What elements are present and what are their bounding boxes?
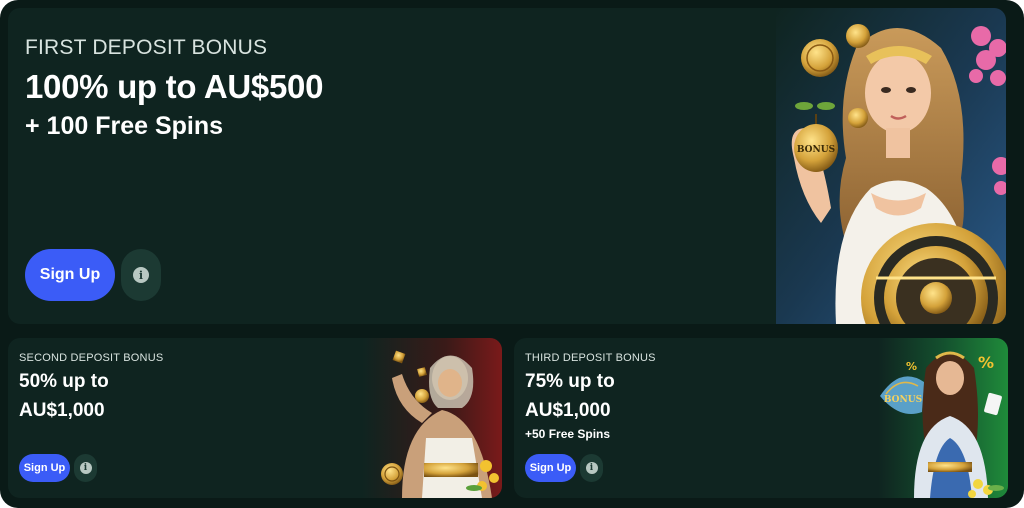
info-icon: i (585, 462, 598, 474)
coin-icon (848, 108, 868, 128)
svg-text:BONUS: BONUS (797, 145, 835, 155)
third-deposit-signup-button[interactable]: Sign Up (525, 454, 576, 482)
svg-text:BONUS: BONUS (884, 395, 922, 405)
goddess-with-fan-illustration: BONUS % % (878, 338, 1008, 498)
info-icon: i (79, 462, 92, 474)
coin-icon (381, 463, 403, 485)
second-deposit-signup-button[interactable]: Sign Up (19, 454, 70, 482)
third-deposit-headline: 75% up to (525, 371, 615, 392)
coin-icon (846, 24, 870, 48)
second-deposit-amount: AU$1,000 (19, 400, 105, 421)
bonus-panel: FIRST DEPOSIT BONUS 100% up to AU$500 + … (0, 0, 1024, 508)
percent-icon: % (978, 353, 994, 372)
second-deposit-eyebrow: SECOND DEPOSIT BONUS (19, 352, 164, 364)
third-deposit-free-spins: +50 Free Spins (525, 427, 611, 441)
second-deposit-headline: 50% up to (19, 371, 109, 392)
third-deposit-amount: AU$1,000 (525, 400, 611, 421)
first-deposit-signup-button[interactable]: Sign Up (25, 249, 115, 301)
third-deposit-eyebrow: THIRD DEPOSIT BONUS (525, 352, 656, 364)
second-deposit-info-button[interactable]: i (74, 454, 97, 482)
goddess-illustration: BONUS (776, 8, 1006, 324)
info-icon: i (133, 267, 149, 283)
percent-icon: % (906, 360, 917, 373)
first-deposit-info-button[interactable]: i (121, 249, 161, 301)
first-deposit-headline: 100% up to AU$500 (25, 68, 324, 105)
third-deposit-card: THIRD DEPOSIT BONUS 75% up to AU$1,000 +… (514, 338, 1008, 498)
third-deposit-info-button[interactable]: i (580, 454, 603, 482)
zeus-illustration (362, 338, 502, 498)
second-deposit-card: SECOND DEPOSIT BONUS 50% up to AU$1,000 … (8, 338, 502, 498)
coin-icon (415, 389, 429, 403)
first-deposit-card: FIRST DEPOSIT BONUS 100% up to AU$500 + … (8, 8, 1006, 324)
first-deposit-eyebrow: FIRST DEPOSIT BONUS (25, 36, 268, 59)
first-deposit-subline: + 100 Free Spins (25, 112, 224, 140)
